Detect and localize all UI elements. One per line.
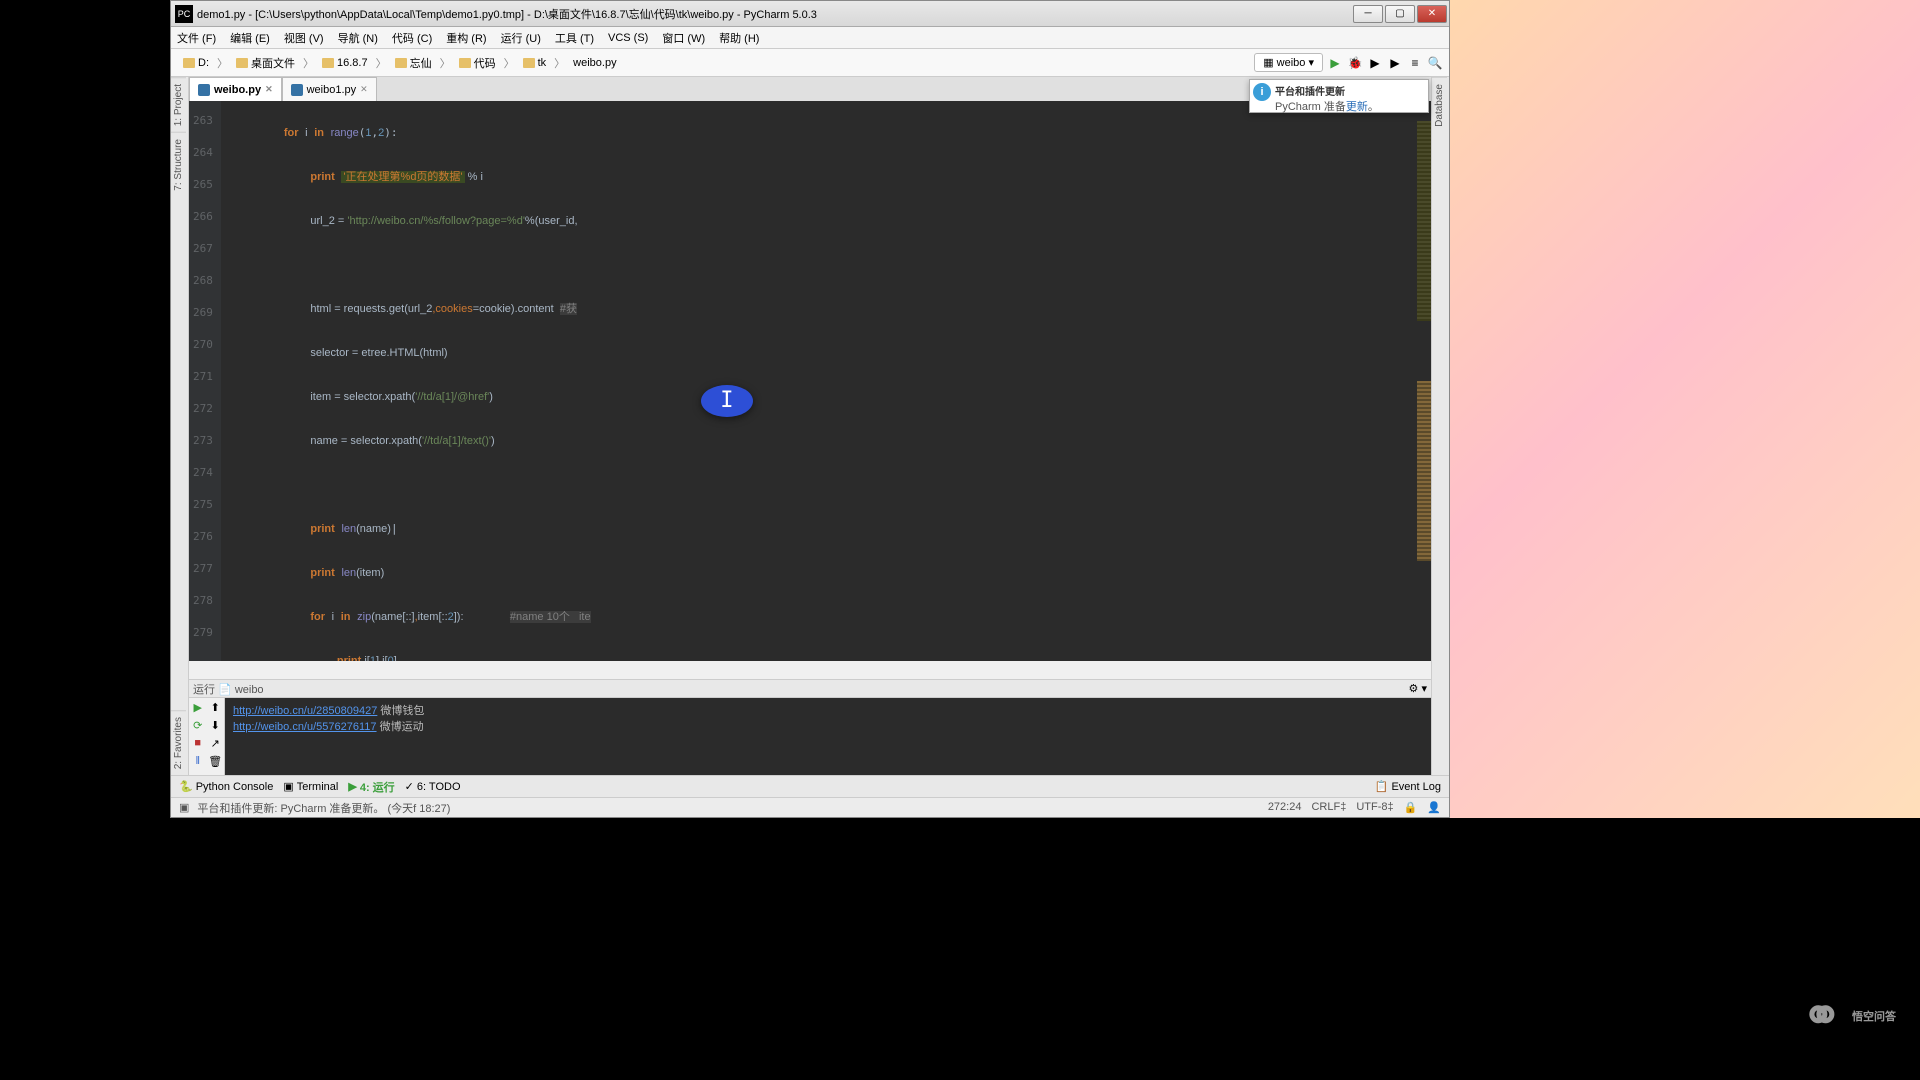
- navigation-toolbar: D:〉 桌面文件〉 16.8.7〉 忘仙〉 代码〉 tk〉 weibo.py ▦…: [171, 49, 1449, 77]
- restart-icon[interactable]: ⟳: [189, 716, 207, 734]
- minimize-button[interactable]: ─: [1353, 5, 1383, 23]
- folder-icon: [322, 58, 334, 68]
- stop-icon[interactable]: ■: [189, 734, 207, 752]
- console-output[interactable]: http://weibo.cn/u/2850809427 微博钱包 http:/…: [225, 698, 1431, 776]
- tab-weibo1-py[interactable]: weibo1.py✕: [282, 77, 377, 101]
- line-separator[interactable]: CRLF‡: [1311, 801, 1346, 814]
- close-tab-icon[interactable]: ✕: [360, 84, 368, 95]
- app-icon: PC: [175, 5, 193, 23]
- crumb-drive[interactable]: D:: [177, 55, 215, 71]
- watermark-icon: ⚭: [1802, 988, 1842, 1044]
- bottom-tool-tabs: 🐍Python Console ▣Terminal ▶4: 运行 ✓6: TOD…: [171, 775, 1449, 797]
- maximize-button[interactable]: ▢: [1385, 5, 1415, 23]
- coverage-icon[interactable]: ▶: [1367, 55, 1383, 71]
- menu-view[interactable]: 视图 (V): [284, 30, 324, 46]
- run-config-selector[interactable]: ▦ weibo ▾: [1254, 53, 1323, 72]
- structure-tool-tab[interactable]: 7: Structure: [171, 132, 186, 197]
- file-encoding[interactable]: UTF-8‡: [1356, 801, 1393, 814]
- cursor-highlight-icon: I: [701, 385, 753, 417]
- python-console-tab[interactable]: 🐍Python Console: [179, 780, 273, 793]
- folder-icon: [459, 58, 471, 68]
- menu-window[interactable]: 窗口 (W): [662, 30, 705, 46]
- editor-tabs: weibo.py✕ weibo1.py✕: [189, 77, 1431, 101]
- lock-icon[interactable]: 🔒: [1404, 801, 1418, 814]
- menu-navigate[interactable]: 导航 (N): [338, 30, 378, 46]
- event-log-tab[interactable]: 📋 Event Log: [1375, 780, 1441, 793]
- crumb-2[interactable]: 16.8.7: [316, 55, 374, 71]
- folder-icon: [523, 58, 535, 68]
- error-stripe[interactable]: [1417, 101, 1431, 661]
- close-tab-icon[interactable]: ✕: [265, 84, 273, 95]
- update-link[interactable]: 更新: [1346, 101, 1368, 113]
- info-icon: i: [1253, 83, 1271, 101]
- window-title: demo1.py - [C:\Users\python\AppData\Loca…: [197, 6, 1353, 22]
- project-tool-tab[interactable]: 1: Project: [171, 77, 186, 132]
- export-icon[interactable]: ↗: [207, 734, 225, 752]
- folder-icon: [395, 58, 407, 68]
- menu-tools[interactable]: 工具 (T): [555, 30, 594, 46]
- inspector-icon[interactable]: 👤: [1427, 801, 1441, 814]
- up-icon[interactable]: ⬆: [207, 698, 225, 716]
- crumb-5[interactable]: tk: [517, 55, 553, 71]
- menu-file[interactable]: 文件 (F): [177, 30, 216, 46]
- crumb-1[interactable]: 桌面文件: [230, 53, 301, 73]
- stop-icon[interactable]: ▶: [1387, 55, 1403, 71]
- crumb-file[interactable]: weibo.py: [567, 55, 622, 71]
- todo-tab[interactable]: ✓6: TODO: [405, 780, 461, 793]
- down-icon[interactable]: ⬇: [207, 716, 225, 734]
- favorites-tool-tab[interactable]: 2: Favorites: [171, 710, 186, 775]
- status-message: 平台和插件更新: PyCharm 准备更新。 (今天f 18:27): [197, 800, 450, 816]
- search-icon[interactable]: 🔍: [1427, 55, 1443, 71]
- rerun-icon[interactable]: ▶: [189, 698, 207, 716]
- close-button[interactable]: ✕: [1417, 5, 1447, 23]
- title-bar: PC demo1.py - [C:\Users\python\AppData\L…: [171, 1, 1449, 27]
- code-editor[interactable]: 263264265266 267268269270 271272273274 2…: [189, 101, 1431, 661]
- run-side-toolbar: ▶ ⬆ ⟳ ⬇ ■ ↗ ‖ 🗑: [189, 698, 225, 776]
- run-tab[interactable]: ▶4: 运行: [348, 779, 394, 795]
- breadcrumb: D:〉 桌面文件〉 16.8.7〉 忘仙〉 代码〉 tk〉 weibo.py: [177, 53, 623, 73]
- menu-edit[interactable]: 编辑 (E): [230, 30, 270, 46]
- right-gutter: Database: [1431, 77, 1449, 775]
- menu-vcs[interactable]: VCS (S): [608, 32, 648, 44]
- pycharm-window: PC demo1.py - [C:\Users\python\AppData\L…: [170, 0, 1450, 818]
- run-panel-label: 运行 📄 weibo: [193, 681, 264, 697]
- more-icon[interactable]: ≡: [1407, 55, 1423, 71]
- tab-weibo-py[interactable]: weibo.py✕: [189, 77, 282, 101]
- run-tool-window: 运行 📄 weibo ⚙ ▾ ▶ ⬆ ⟳ ⬇ ■ ↗ ‖ 🗑 http://we…: [189, 679, 1431, 775]
- python-file-icon: [291, 84, 303, 96]
- status-icon: ▣: [179, 801, 189, 814]
- menu-refactor[interactable]: 重构 (R): [446, 30, 486, 46]
- watermark: ⚭ 悟空问答: [1802, 988, 1896, 1044]
- folder-icon: [236, 58, 248, 68]
- menu-help[interactable]: 帮助 (H): [719, 30, 759, 46]
- menu-run[interactable]: 运行 (U): [501, 30, 541, 46]
- status-bar: ▣ 平台和插件更新: PyCharm 准备更新。 (今天f 18:27) 272…: [171, 797, 1449, 817]
- terminal-tab[interactable]: ▣Terminal: [283, 780, 338, 793]
- pause-icon[interactable]: ‖: [189, 752, 207, 770]
- crumb-4[interactable]: 代码: [453, 53, 502, 73]
- code-area[interactable]: for i in range(1,2): print '正在处理第%d页的数据'…: [221, 101, 1431, 661]
- settings-icon[interactable]: ⚙ ▾: [1409, 682, 1427, 695]
- update-notification[interactable]: i 平台和插件更新 PyCharm 准备更新。: [1249, 79, 1429, 113]
- python-file-icon: [198, 84, 210, 96]
- crumb-3[interactable]: 忘仙: [389, 53, 438, 73]
- menu-code[interactable]: 代码 (C): [392, 30, 432, 46]
- left-gutter: 1: Project 7: Structure 2: Favorites: [171, 77, 189, 775]
- folder-icon: [183, 58, 195, 68]
- database-tool-tab[interactable]: Database: [1432, 77, 1447, 133]
- caret-position[interactable]: 272:24: [1268, 801, 1302, 814]
- run-icon[interactable]: ▶: [1327, 55, 1343, 71]
- line-gutter: 263264265266 267268269270 271272273274 2…: [189, 101, 221, 661]
- debug-icon[interactable]: 🐞: [1347, 55, 1363, 71]
- menu-bar: 文件 (F) 编辑 (E) 视图 (V) 导航 (N) 代码 (C) 重构 (R…: [171, 27, 1449, 49]
- trash-icon[interactable]: 🗑: [207, 752, 225, 770]
